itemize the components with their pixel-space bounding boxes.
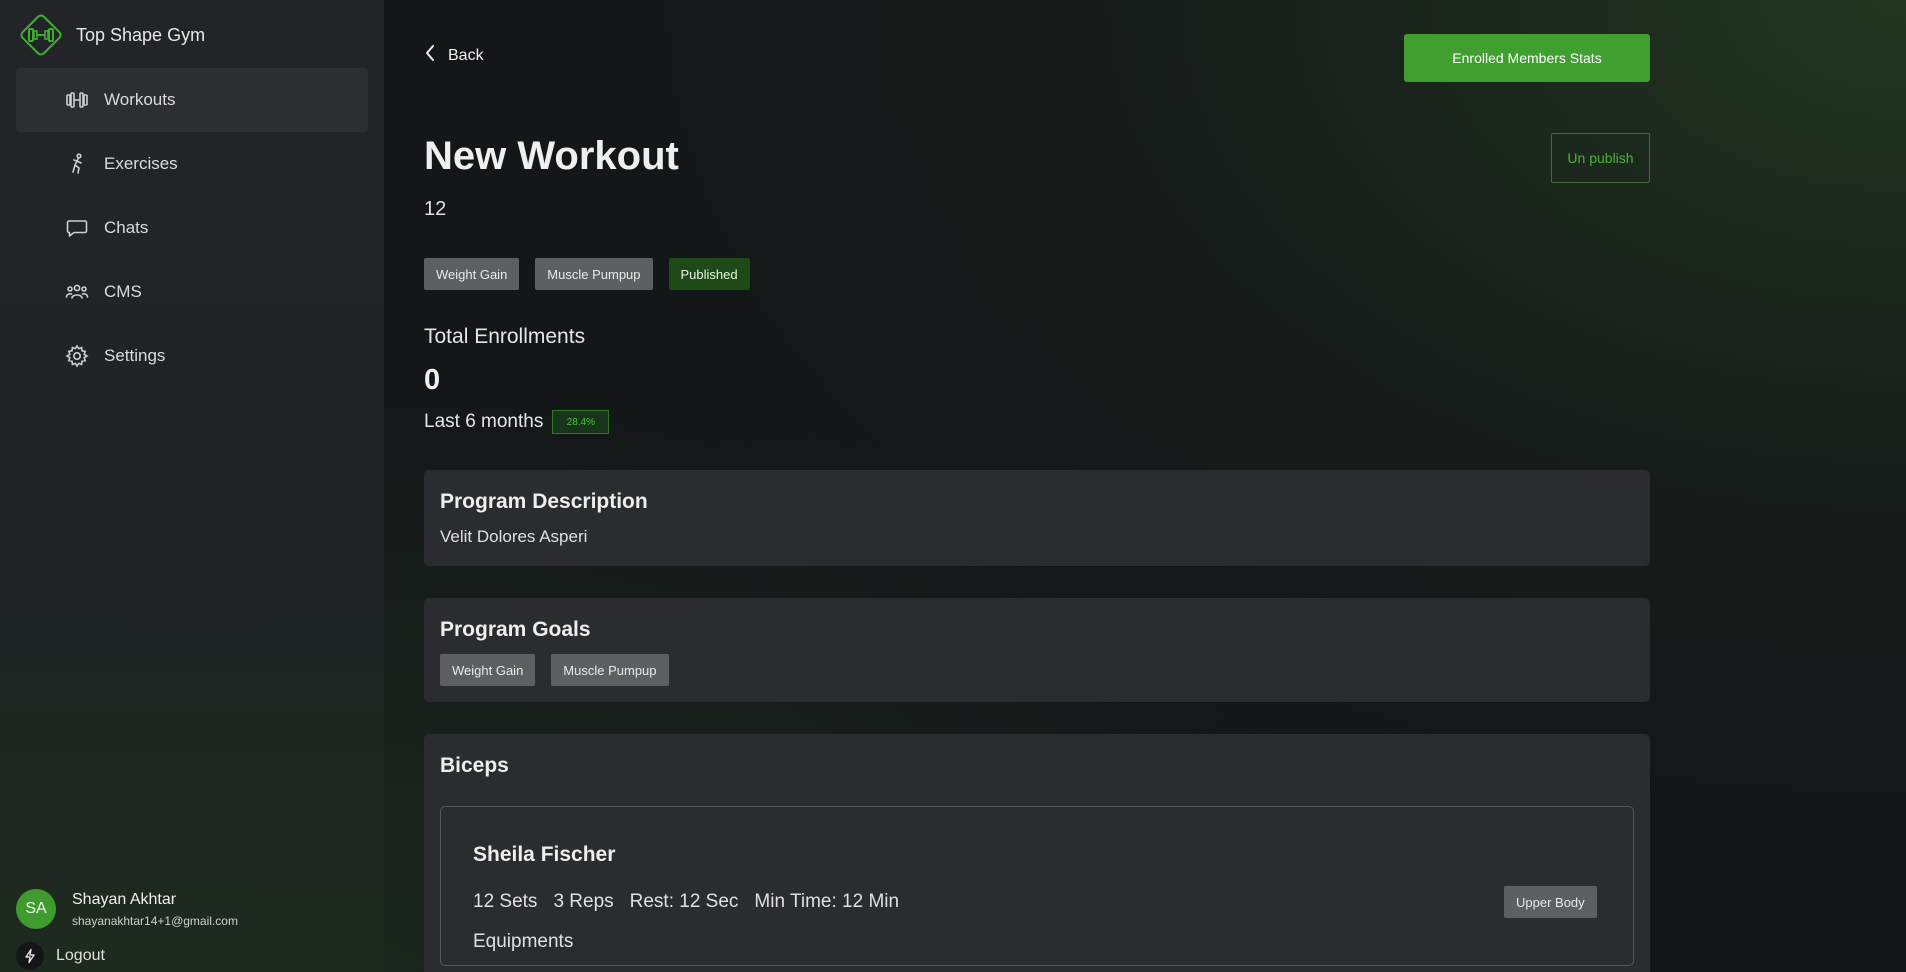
goal-tags: Weight Gain Muscle Pumpup [440,654,685,686]
total-enrollments-count: 0 [424,364,441,396]
running-icon [64,151,90,177]
unpublish-button[interactable]: Un publish [1551,133,1650,183]
dumbbell-diamond-icon [16,10,66,60]
exercise-sets: 12 Sets [473,891,538,912]
program-description-text: Velit Dolores Asperi [440,527,588,546]
equipments-label: Equipments [473,931,574,952]
tag-weight-gain: Weight Gain [440,654,536,686]
chat-bubble-icon [64,215,90,241]
program-goals-card: Program Goals Weight Gain Muscle Pumpup [424,598,1650,702]
exercise-card[interactable]: Sheila Fischer 12 Sets 3 Reps Rest: 12 S… [440,806,1634,966]
tag-muscle-pumpup: Muscle Pumpup [551,654,669,686]
tag-weight-gain: Weight Gain [424,258,520,290]
chevron-left-icon [424,44,436,67]
exercise-section-card: Biceps Sheila Fischer 12 Sets 3 Reps Res… [424,734,1650,972]
logout-button[interactable]: Logout [16,942,105,970]
enrollment-period: Last 6 months 28.4% [424,410,610,434]
section-title: Biceps [440,754,509,777]
users-icon [64,279,90,305]
sidebar-nav: Workouts Exercises Chats CMS Settings [16,68,368,388]
dumbbell-icon [64,87,90,113]
tag-muscle-pumpup: Muscle Pumpup [535,258,653,290]
sidebar-item-cms[interactable]: CMS [16,260,368,324]
card-title: Program Description [440,490,648,513]
exercise-reps: 3 Reps [553,891,614,912]
page-title: New Workout [424,134,679,178]
sidebar-item-chats[interactable]: Chats [16,196,368,260]
workout-subtitle: 12 [424,198,447,220]
user-email: shayanakhtar14+1@gmail.com [72,913,238,928]
workout-tags: Weight Gain Muscle Pumpup Published [424,258,766,290]
exercise-rest: Rest: 12 Sec [629,891,739,912]
program-description-card: Program Description Velit Dolores Asperi [424,470,1650,566]
exercise-min-time: Min Time: 12 Min [754,891,900,912]
user-info: Shayan Akhtar shayanakhtar14+1@gmail.com [72,891,238,928]
sidebar-item-exercises[interactable]: Exercises [16,132,368,196]
exercise-name: Sheila Fischer [473,843,616,866]
status-badge: Published [668,258,750,290]
brand-name: Top Shape Gym [76,24,206,45]
main-content: Back Enrolled Members Stats New Workout … [384,0,1906,972]
enrolled-members-stats-button[interactable]: Enrolled Members Stats [1404,34,1650,82]
sidebar-item-label: CMS [104,282,142,301]
exercise-stats: 12 Sets 3 Reps Rest: 12 Sec Min Time: 12… [473,891,915,913]
period-label: Last 6 months [424,411,544,432]
logout-label: Logout [56,947,105,964]
sidebar-item-workouts[interactable]: Workouts [16,68,368,132]
sidebar-item-label: Settings [104,346,166,365]
brand[interactable]: Top Shape Gym [16,10,205,60]
back-button[interactable]: Back [424,44,484,67]
user-name: Shayan Akhtar [72,890,177,908]
change-badge: 28.4% [552,410,610,434]
user-profile[interactable]: SA Shayan Akhtar shayanakhtar14+1@gmail.… [16,889,238,929]
sidebar-item-label: Workouts [104,90,176,109]
gear-icon [64,343,90,369]
back-label: Back [448,46,484,64]
exercise-tag: Upper Body [1504,886,1597,918]
sidebar-item-label: Exercises [104,154,178,173]
sidebar: Top Shape Gym Workouts Exercises Chats C… [0,0,384,972]
total-enrollments-label: Total Enrollments [424,325,586,348]
sidebar-item-settings[interactable]: Settings [16,324,368,388]
lightning-icon [16,942,44,970]
sidebar-item-label: Chats [104,218,149,237]
avatar: SA [16,889,56,929]
card-title: Program Goals [440,618,591,641]
